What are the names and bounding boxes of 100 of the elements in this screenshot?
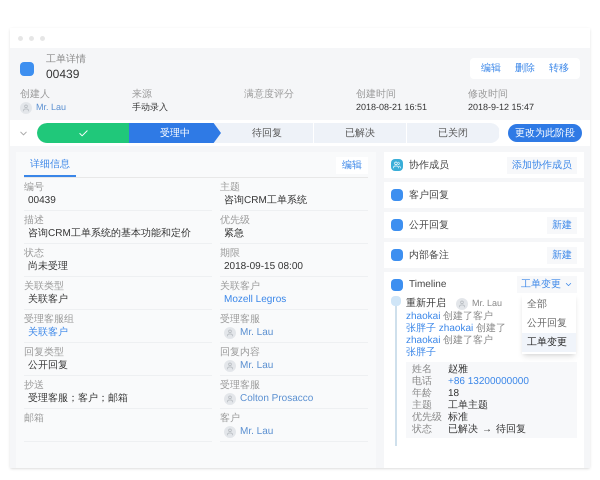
row-value: 待回复: [496, 424, 526, 436]
details-tab[interactable]: 详细信息: [24, 154, 76, 177]
field-label: 主题: [220, 182, 241, 194]
avatar-icon: [224, 327, 236, 339]
field-link[interactable]: Mozell Legros: [224, 294, 286, 305]
menu-item[interactable]: 公开回复: [522, 314, 576, 333]
avatar-icon: [20, 102, 32, 114]
avatar-icon: [224, 393, 236, 405]
field-label: 优先级: [220, 215, 251, 227]
field-label: 回复类型: [24, 347, 65, 359]
user-name: Mr. Lau: [36, 101, 66, 114]
edit-button[interactable]: 编辑: [336, 157, 368, 174]
stage-step[interactable]: [37, 123, 129, 143]
timeline-icon: [391, 278, 403, 290]
caret-icon: [564, 280, 573, 289]
user-name: Mr. Lau: [240, 359, 274, 373]
row-label: 主题: [412, 400, 433, 412]
field-value: 紧急: [224, 228, 244, 239]
card-icon: [391, 219, 403, 231]
row-label: 年龄: [412, 388, 433, 400]
field-value: 咨询CRM工单系统: [224, 195, 307, 206]
card-title: 公开回复: [409, 218, 449, 232]
field-label: 抄送: [24, 380, 45, 392]
activity-text: zhaokai 创建了客户 张胖子: [406, 335, 494, 359]
ticket-number: 00439: [46, 66, 80, 83]
filter-dropdown[interactable]: 工单变更: [517, 276, 577, 293]
field-value: 公开回复: [28, 360, 68, 371]
card-button[interactable]: 新建: [547, 246, 577, 264]
row-value: +86 13200000000: [448, 376, 529, 388]
activity-link[interactable]: 张胖子: [406, 347, 436, 358]
row-value: 18: [448, 388, 460, 400]
field-label: 描述: [24, 215, 45, 227]
field-label: 编号: [24, 182, 45, 194]
action-button[interactable]: 编辑: [474, 61, 508, 76]
meta-label: 创建时间: [356, 89, 397, 101]
field-value: 尚未受理: [28, 261, 68, 272]
field-label: 期限: [220, 248, 241, 260]
field-label: 邮箱: [24, 413, 45, 425]
field-label: 受理客服: [220, 380, 261, 392]
meta-label: 来源: [132, 89, 153, 101]
row-label: 优先级: [412, 412, 443, 424]
row-value: 赵雅: [448, 364, 468, 376]
row-value: 工单主题: [448, 400, 488, 412]
stage-step[interactable]: 受理中: [129, 123, 221, 143]
field-label: 受理客服组: [24, 314, 75, 326]
card-button[interactable]: 新建: [547, 216, 577, 234]
user-name: Mr. Lau: [472, 296, 502, 310]
event-title: 重新开启: [406, 296, 446, 311]
field-value: 关联客户: [28, 294, 68, 305]
meta-label: 满意度评分: [244, 89, 295, 101]
field-label: 关联类型: [24, 281, 65, 293]
field-value: 00439: [28, 195, 56, 206]
user-name: Mr. Lau: [240, 425, 274, 439]
action-button[interactable]: 删除: [508, 61, 542, 76]
meta-label: 创建人: [20, 89, 51, 101]
change-stage-button[interactable]: 更改为此阶段: [508, 124, 582, 142]
user-name: Colton Prosacco: [240, 392, 314, 406]
row-label: 状态: [412, 424, 433, 436]
menu-item[interactable]: 工单变更: [522, 333, 576, 352]
activity-link[interactable]: zhaokai: [436, 323, 474, 334]
avatar-icon: [456, 298, 468, 310]
user-name: Mr. Lau: [240, 326, 274, 340]
card-title: 协作成员: [409, 158, 449, 172]
activity-link[interactable]: zhaokai: [406, 311, 440, 322]
card-icon: [391, 249, 403, 261]
activity-link[interactable]: zhaokai: [406, 335, 440, 346]
ticket-icon: [20, 62, 34, 76]
field-value: 咨询CRM工单系统的基本功能和定价: [28, 228, 191, 239]
arrow-icon: →: [482, 424, 492, 436]
meta-label: 修改时间: [468, 89, 509, 101]
field-link[interactable]: 关联客户: [28, 327, 68, 338]
card-title: 内部备注: [409, 248, 449, 262]
field-value: 受理客服；客户；邮箱: [28, 393, 128, 404]
members-icon: [391, 159, 403, 171]
row-label: 电话: [412, 376, 433, 388]
avatar-icon: [224, 360, 236, 372]
field-label: 受理客服: [220, 314, 261, 326]
field-label: 关联客户: [220, 281, 261, 293]
check-icon: [78, 128, 88, 138]
page-subtitle: 工单详情: [46, 54, 86, 65]
field-value: 2018-09-15 08:00: [224, 261, 303, 272]
card-title: 客户回复: [409, 188, 449, 202]
action-button[interactable]: 转移: [542, 61, 576, 76]
field-label: 状态: [24, 248, 45, 260]
activity-link[interactable]: 张胖子: [406, 323, 436, 334]
avatar-icon: [224, 426, 236, 438]
activity-text: zhaokai 创建了客户 张胖子 zhaokai 创建了: [406, 311, 508, 334]
field-value: 2018-9-12 15:47: [468, 102, 534, 112]
row-label: 姓名: [412, 364, 433, 376]
field-label: 回复内容: [220, 347, 261, 359]
card-icon: [391, 189, 403, 201]
menu-item[interactable]: 全部: [522, 295, 576, 314]
card-title: Timeline: [409, 278, 446, 292]
card-button[interactable]: 添加协作成员: [507, 156, 577, 174]
event-icon: [391, 296, 401, 306]
field-label: 客户: [220, 413, 241, 425]
row-value: 已解决: [448, 424, 478, 436]
field-value: 手动录入: [132, 102, 168, 112]
row-value: 标准: [448, 412, 468, 424]
field-value: 2018-08-21 16:51: [356, 102, 428, 112]
